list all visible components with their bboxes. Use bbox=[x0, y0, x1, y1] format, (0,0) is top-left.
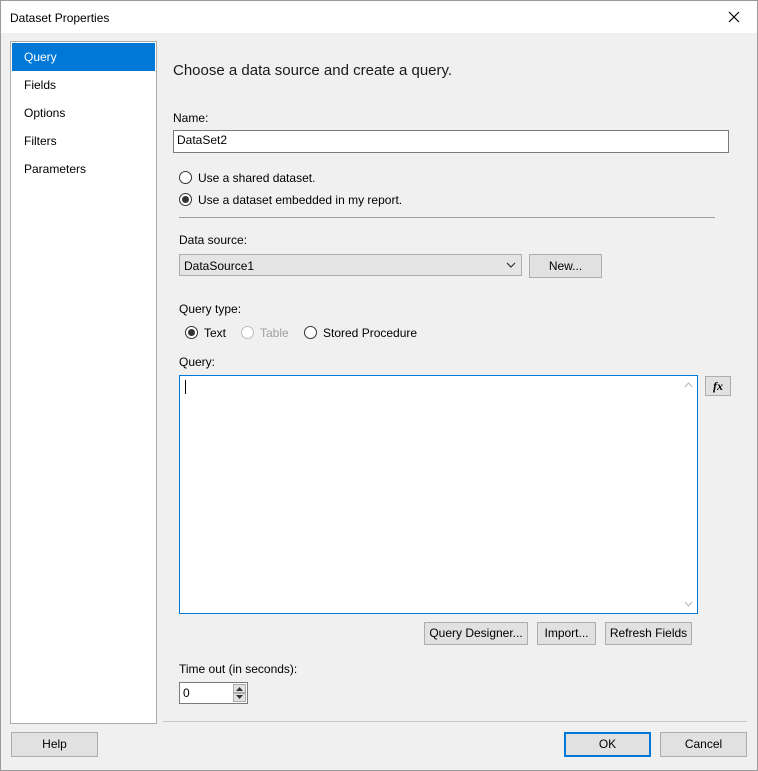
close-icon bbox=[728, 11, 740, 23]
query-scrollbar[interactable] bbox=[680, 376, 697, 613]
new-datasource-button[interactable]: New... bbox=[529, 254, 602, 278]
query-type-stored-radio[interactable] bbox=[304, 326, 317, 339]
help-button[interactable]: Help bbox=[11, 732, 98, 757]
datasource-value: DataSource1 bbox=[184, 259, 255, 273]
ok-button[interactable]: OK bbox=[564, 732, 651, 757]
query-label: Query: bbox=[179, 355, 216, 369]
timeout-value: 0 bbox=[183, 686, 190, 700]
chevron-down-icon bbox=[506, 262, 516, 268]
sidebar: Query Fields Options Filters Parameters bbox=[10, 41, 157, 724]
query-type-text-radio[interactable] bbox=[185, 326, 198, 339]
caret-up-icon bbox=[236, 687, 243, 691]
sidebar-item-parameters[interactable]: Parameters bbox=[12, 155, 155, 183]
separator bbox=[179, 217, 715, 218]
cancel-button[interactable]: Cancel bbox=[660, 732, 747, 757]
scroll-down-icon[interactable] bbox=[684, 601, 693, 607]
expression-button[interactable]: fx bbox=[705, 376, 731, 396]
query-textarea[interactable] bbox=[179, 375, 698, 614]
query-designer-button[interactable]: Query Designer... bbox=[424, 622, 528, 645]
embedded-dataset-radio[interactable] bbox=[179, 193, 192, 206]
shared-dataset-label: Use a shared dataset. bbox=[198, 171, 316, 185]
footer-separator bbox=[163, 721, 747, 722]
name-label: Name: bbox=[173, 111, 209, 125]
timeout-label: Time out (in seconds): bbox=[179, 662, 298, 676]
query-type-text-label: Text bbox=[204, 326, 227, 340]
querytype-label: Query type: bbox=[179, 302, 242, 316]
text-cursor bbox=[185, 380, 186, 394]
stepper-up-button[interactable] bbox=[233, 684, 246, 693]
datasource-dropdown[interactable]: DataSource1 bbox=[179, 254, 522, 276]
fx-icon: fx bbox=[713, 379, 723, 393]
close-button[interactable] bbox=[711, 1, 757, 33]
shared-dataset-radio[interactable] bbox=[179, 171, 192, 184]
query-type-stored-label: Stored Procedure bbox=[323, 326, 418, 340]
sidebar-item-filters[interactable]: Filters bbox=[12, 127, 155, 155]
import-button[interactable]: Import... bbox=[537, 622, 596, 645]
name-input[interactable]: DataSet2 bbox=[173, 130, 729, 153]
page-heading: Choose a data source and create a query. bbox=[173, 62, 453, 79]
scroll-up-icon[interactable] bbox=[684, 382, 693, 388]
title-bar: Dataset Properties bbox=[1, 1, 757, 33]
sidebar-item-query[interactable]: Query bbox=[12, 43, 155, 71]
dialog-window: Dataset Properties Query Fields Options … bbox=[0, 0, 758, 771]
window-title: Dataset Properties bbox=[10, 11, 110, 25]
refresh-fields-button[interactable]: Refresh Fields bbox=[605, 622, 692, 645]
query-type-table-label: Table bbox=[260, 326, 289, 340]
stepper-down-button[interactable] bbox=[233, 693, 246, 702]
embedded-dataset-label: Use a dataset embedded in my report. bbox=[198, 193, 403, 207]
datasource-label: Data source: bbox=[179, 233, 248, 247]
caret-down-icon bbox=[236, 695, 243, 699]
sidebar-item-options[interactable]: Options bbox=[12, 99, 155, 127]
query-type-table-radio bbox=[241, 326, 254, 339]
timeout-stepper[interactable]: 0 bbox=[179, 682, 248, 704]
sidebar-item-fields[interactable]: Fields bbox=[12, 71, 155, 99]
